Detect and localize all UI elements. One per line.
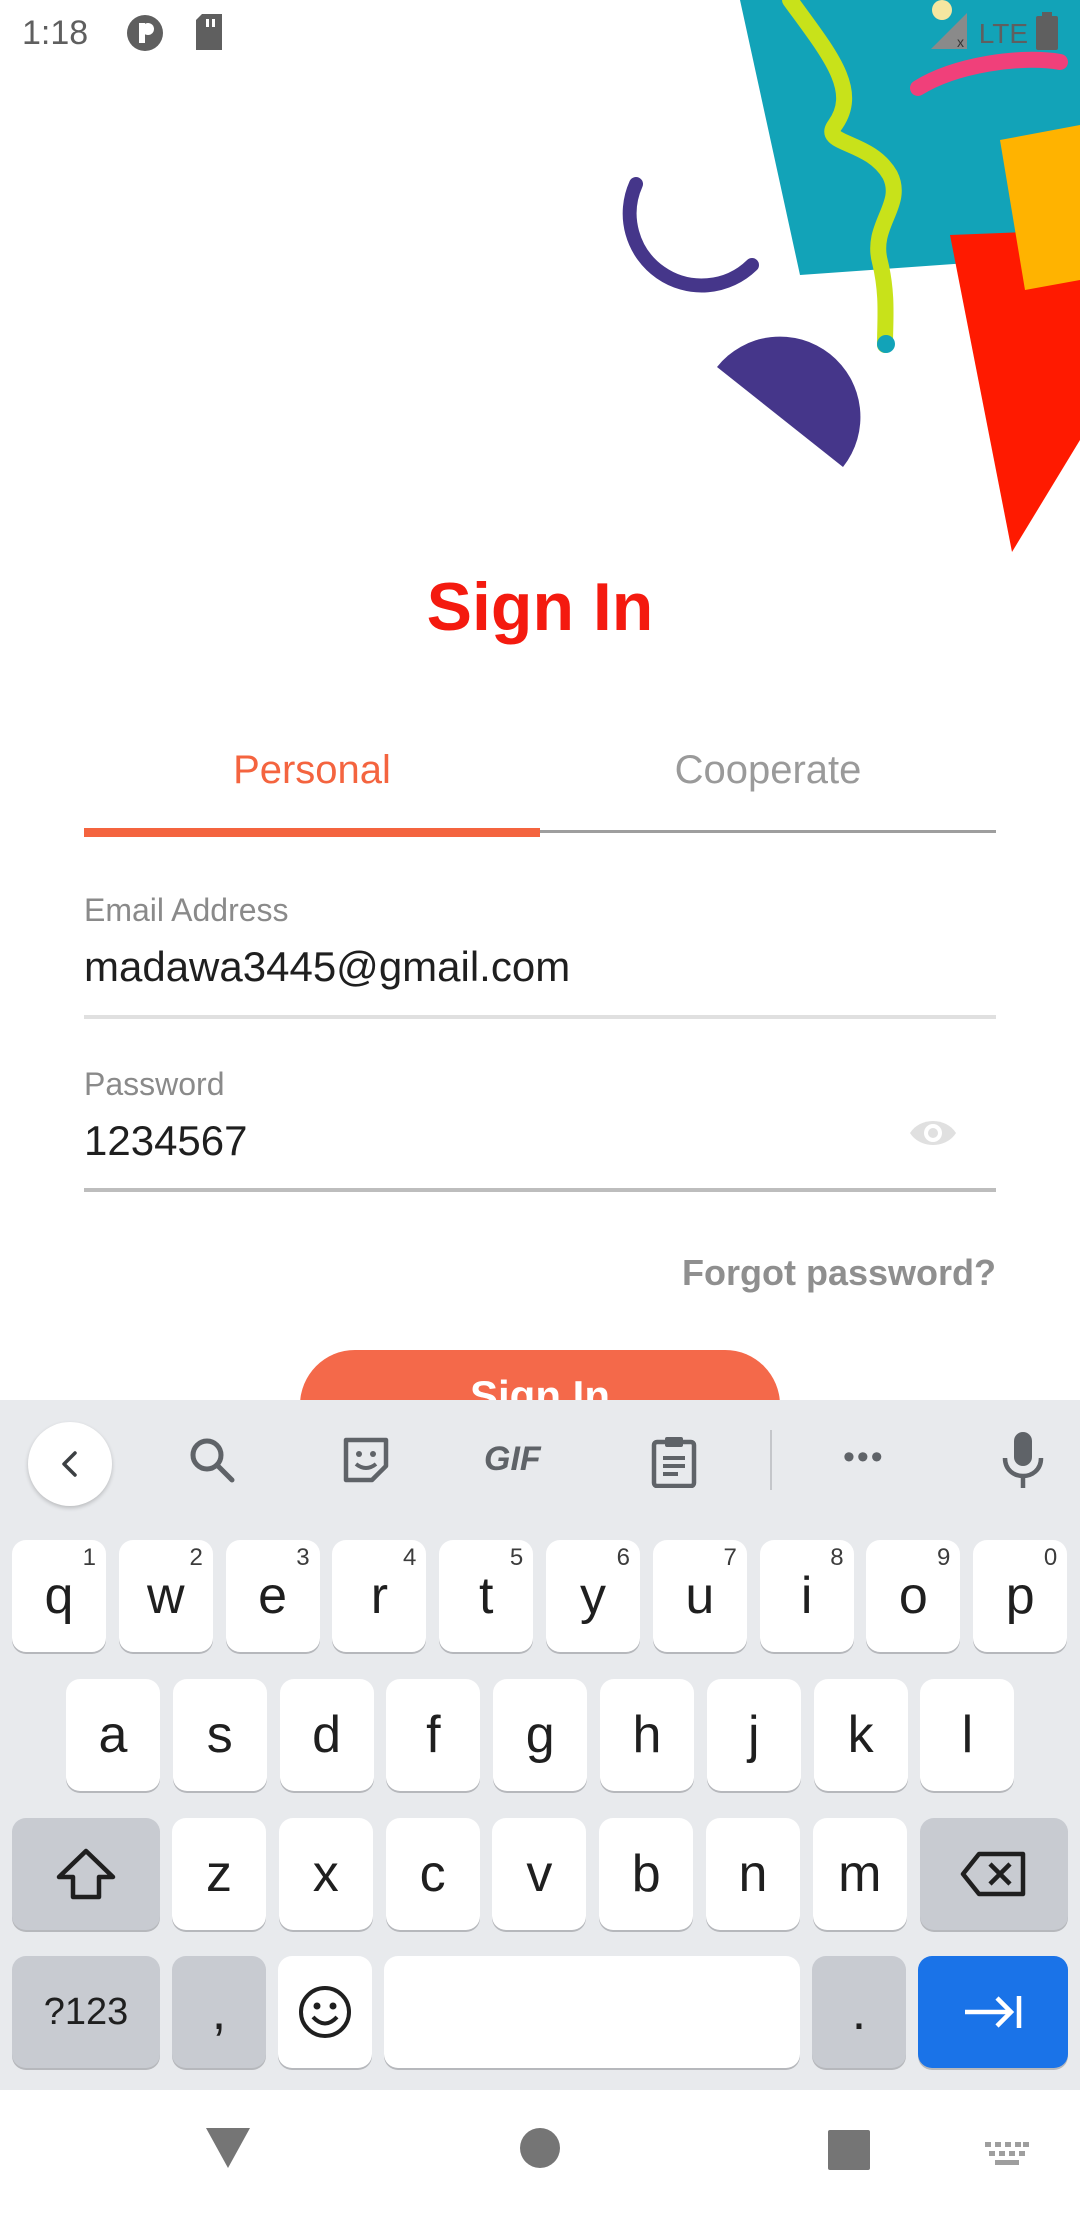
mic-icon[interactable] <box>1000 1430 1046 1495</box>
key-label: i <box>800 1567 813 1625</box>
app-icon <box>126 14 164 57</box>
backspace-key[interactable] <box>920 1818 1068 1930</box>
forgot-password-link[interactable]: Forgot password? <box>682 1252 996 1294</box>
key-label: e <box>258 1567 288 1625</box>
toolbar-divider <box>770 1430 772 1490</box>
space-key[interactable] <box>384 1956 800 2068</box>
key-u[interactable]: u7 <box>652 1540 747 1652</box>
key-label: t <box>478 1567 494 1625</box>
symbols-key[interactable]: ?123 <box>12 1956 160 2068</box>
key-hint: 0 <box>1043 1544 1058 1571</box>
key-z[interactable]: z <box>172 1818 266 1930</box>
key-l[interactable]: l <box>920 1679 1015 1791</box>
key-hint: 4 <box>403 1544 417 1571</box>
keyboard-toolbar: GIF ••• <box>0 1400 1080 1524</box>
more-icon[interactable]: ••• <box>843 1438 885 1477</box>
page-title: Sign In <box>426 569 654 645</box>
eye-icon[interactable] <box>908 1116 958 1155</box>
next-key[interactable] <box>918 1956 1068 2068</box>
back-triangle-icon[interactable] <box>206 2128 250 2173</box>
key-hint: 7 <box>723 1544 737 1571</box>
key-a[interactable]: a <box>66 1679 160 1791</box>
key-label: r <box>370 1567 389 1625</box>
key-t[interactable]: t5 <box>439 1540 534 1652</box>
battery-icon <box>1036 12 1058 55</box>
key-hint: 2 <box>189 1544 203 1571</box>
tab-indicator <box>84 828 540 837</box>
key-label: o <box>898 1567 928 1625</box>
key-label: y <box>580 1567 606 1625</box>
decorative-illustration <box>622 0 1080 552</box>
key-s[interactable]: s <box>172 1679 267 1791</box>
password-underline <box>84 1188 996 1192</box>
password-label: Password <box>84 1066 225 1102</box>
key-o[interactable]: o9 <box>866 1540 961 1652</box>
tab-personal[interactable]: Personal <box>84 740 540 826</box>
email-field[interactable]: Email Address madawa3445@gmail.com <box>84 892 996 1022</box>
back-icon[interactable] <box>28 1422 112 1506</box>
password-input[interactable]: 1234567 <box>84 1117 996 1165</box>
key-w[interactable]: w2 <box>118 1540 213 1652</box>
key-f[interactable]: f <box>386 1679 481 1791</box>
key-c[interactable]: c <box>385 1818 480 1930</box>
key-hint: 8 <box>830 1544 844 1571</box>
key-hint: 1 <box>82 1544 96 1571</box>
key-g[interactable]: g <box>493 1679 588 1791</box>
key-v[interactable]: v <box>492 1818 587 1930</box>
email-label: Email Address <box>84 892 289 928</box>
key-hint: 3 <box>296 1544 310 1571</box>
key-d[interactable]: d <box>279 1679 374 1791</box>
keyboard-switch-icon[interactable] <box>985 2142 1029 2173</box>
emoji-key[interactable] <box>278 1956 372 2068</box>
search-icon[interactable] <box>186 1434 238 1491</box>
key-p[interactable]: p0 <box>973 1540 1068 1652</box>
key-b[interactable]: b <box>599 1818 694 1930</box>
key-label: p <box>1005 1567 1035 1625</box>
key-r[interactable]: r4 <box>332 1540 427 1652</box>
key-q[interactable]: q1 <box>12 1540 106 1652</box>
svg-text:x: x <box>957 34 964 49</box>
signal-icon: x <box>930 13 971 54</box>
home-circle-icon[interactable] <box>520 2128 560 2173</box>
key-hint: 9 <box>937 1544 951 1571</box>
key-i[interactable]: i8 <box>759 1540 854 1652</box>
email-underline <box>84 1015 996 1019</box>
tab-cooperate[interactable]: Cooperate <box>540 740 996 826</box>
key-e[interactable]: e3 <box>225 1540 320 1652</box>
clipboard-icon[interactable] <box>650 1434 698 1493</box>
key-hint: 5 <box>509 1544 524 1571</box>
recents-square-icon[interactable] <box>828 2130 870 2175</box>
comma-key[interactable]: , <box>172 1956 266 2068</box>
shift-key[interactable] <box>12 1818 160 1930</box>
keyboard: GIF ••• q1w2e3r4t5y6u7i8o9p0 asdfghjkl z… <box>0 1400 1080 2090</box>
email-input[interactable]: madawa3445@gmail.com <box>84 943 996 991</box>
key-label: q <box>44 1567 74 1625</box>
key-h[interactable]: h <box>600 1679 694 1791</box>
key-y[interactable]: y6 <box>546 1540 640 1652</box>
key-m[interactable]: m <box>812 1818 907 1930</box>
key-label: w <box>147 1567 185 1625</box>
period-key[interactable]: . <box>812 1956 906 2068</box>
sticker-icon[interactable] <box>340 1434 392 1491</box>
sd-card-icon <box>194 14 224 55</box>
key-j[interactable]: j <box>706 1679 801 1791</box>
network-type: LTE <box>978 17 1028 49</box>
status-bar: 1:18 x LTE <box>0 0 1080 66</box>
navigation-bar <box>0 2090 1080 2220</box>
account-type-tabs: Personal Cooperate <box>84 740 996 840</box>
password-field[interactable]: Password 1234567 <box>84 1066 996 1196</box>
key-x[interactable]: x <box>278 1818 373 1930</box>
key-label: u <box>685 1567 715 1625</box>
key-hint: 6 <box>616 1544 630 1571</box>
status-time: 1:18 <box>22 14 89 52</box>
key-k[interactable]: k <box>813 1679 908 1791</box>
key-n[interactable]: n <box>706 1818 800 1930</box>
gif-icon[interactable]: GIF <box>484 1440 541 1479</box>
